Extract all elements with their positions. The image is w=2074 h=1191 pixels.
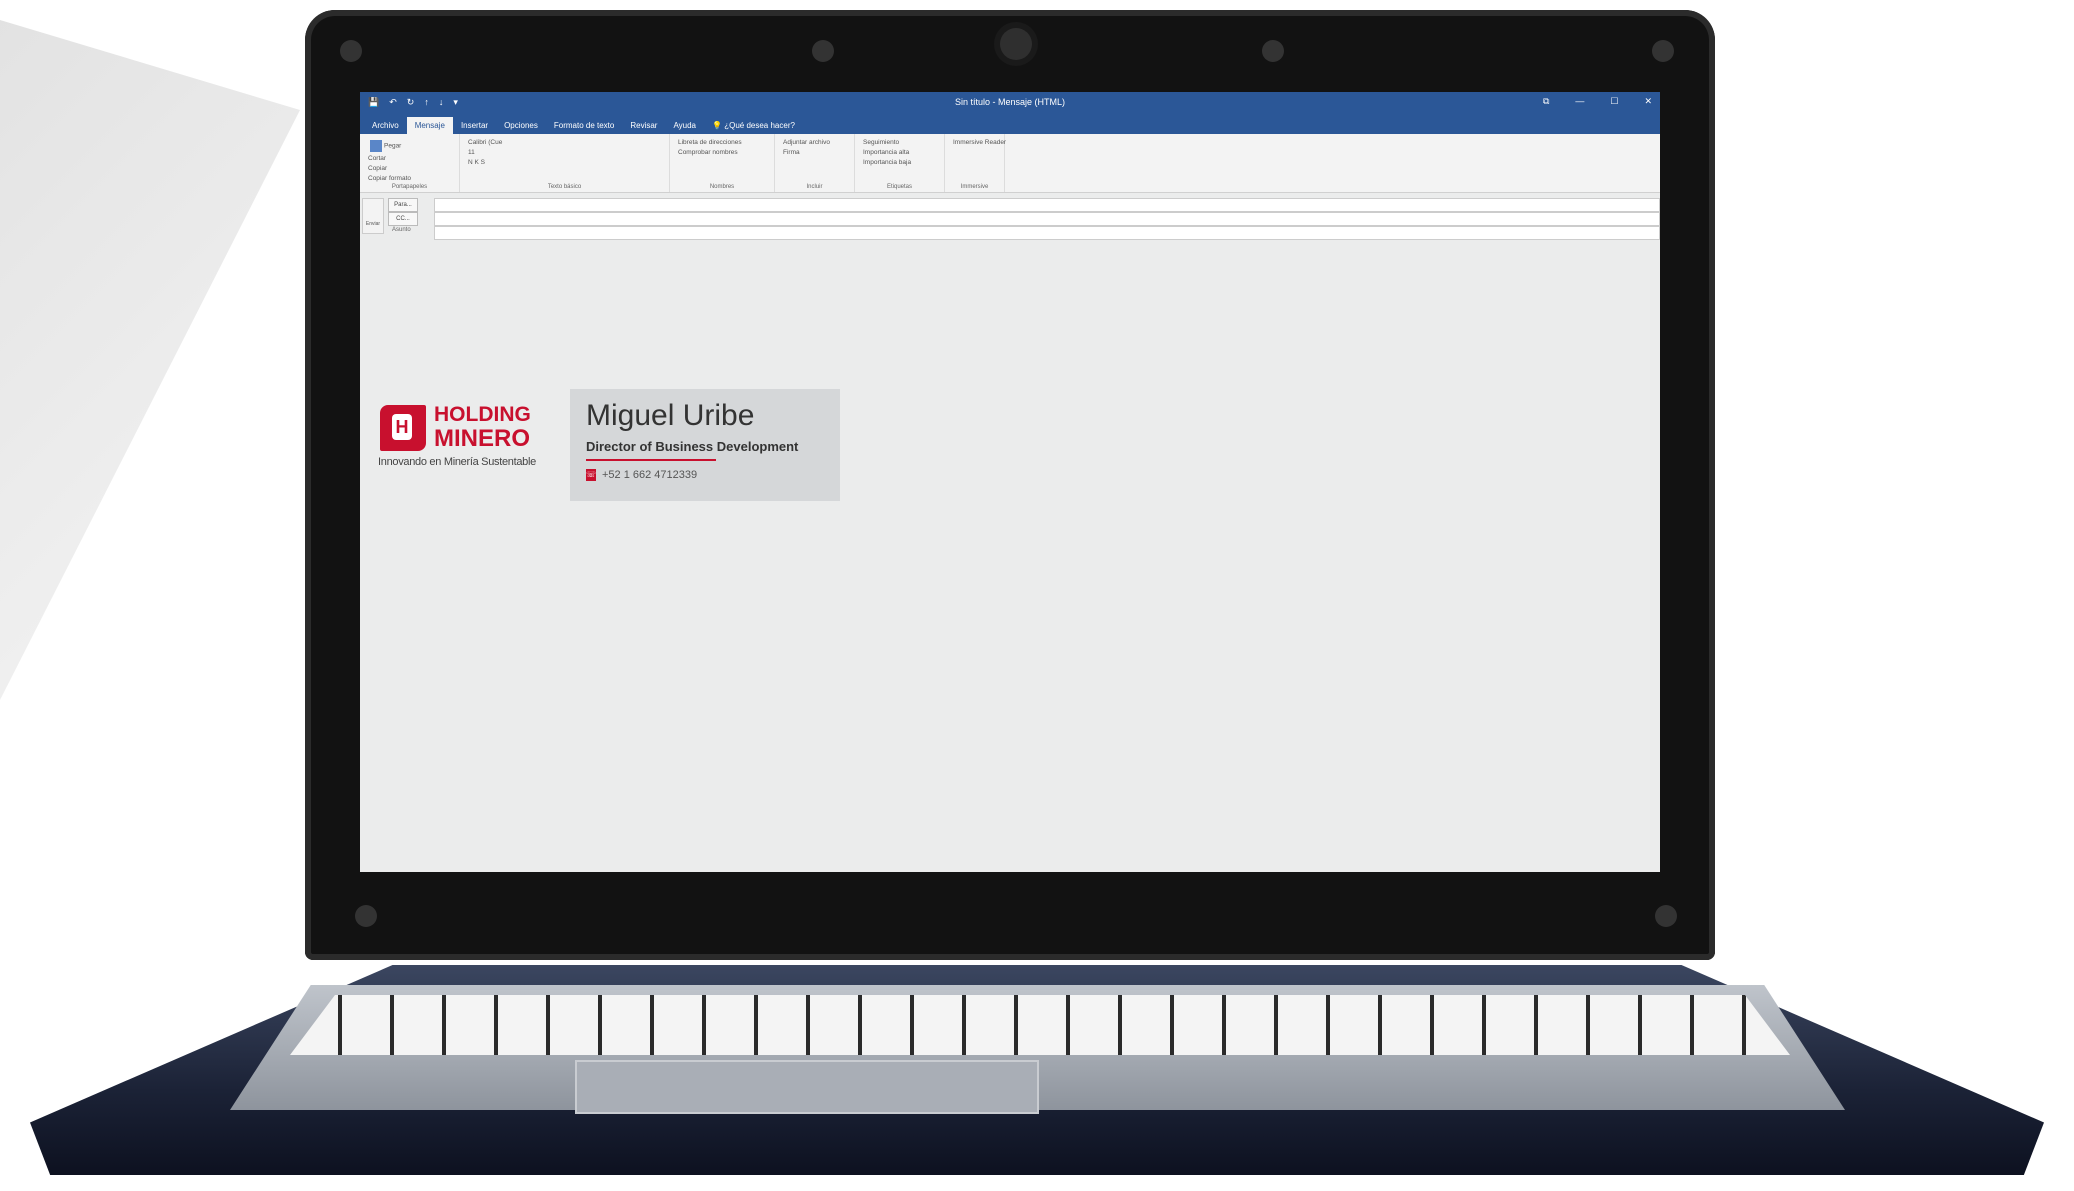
signature-button[interactable]: Firma xyxy=(783,148,846,158)
ribbon-tabs: Archivo Mensaje Insertar Opciones Format… xyxy=(360,114,1660,134)
group-portapapeles: Pegar Cortar Copiar Copiar formato Porta… xyxy=(360,134,460,192)
signature-phone: +52 1 662 4712339 xyxy=(602,469,698,481)
compose-header: Enviar Para... CC... Asunto xyxy=(360,192,1660,252)
address-book-button[interactable]: Libreta de direcciones xyxy=(678,138,766,148)
keyboard xyxy=(290,995,1790,1055)
immersive-reader-button[interactable]: Immersive Reader xyxy=(953,138,1006,148)
cut-button[interactable]: Cortar xyxy=(368,154,451,164)
send-button[interactable]: Enviar xyxy=(362,198,384,234)
tab-formato-de-texto[interactable]: Formato de texto xyxy=(546,117,622,134)
maximize-icon[interactable]: ☐ xyxy=(1610,96,1618,107)
bezel-screw xyxy=(1655,905,1677,927)
font-size-select[interactable]: 11 xyxy=(468,148,661,158)
phone-icon: ☏ xyxy=(586,469,597,481)
logo-letter: H xyxy=(392,414,412,440)
email-signature: H HOLDING MINERO Innovando en Minería Su… xyxy=(376,389,856,501)
font-name-select[interactable]: Calibri (Cue xyxy=(468,138,661,148)
tab-archivo[interactable]: Archivo xyxy=(364,117,407,134)
tell-me-search[interactable]: 💡 ¿Qué desea hacer? xyxy=(704,117,803,134)
bezel-screw xyxy=(812,40,834,62)
format-painter-button[interactable]: Copiar formato xyxy=(368,174,451,184)
low-importance-button[interactable]: Importancia baja xyxy=(863,158,936,168)
tell-me-label: ¿Qué desea hacer? xyxy=(724,121,795,130)
signature-job-title: Director of Business Development xyxy=(586,439,799,454)
paste-icon xyxy=(370,140,382,152)
group-label: Incluir xyxy=(806,184,823,190)
window-controls: ⧉ — ☐ ✕ xyxy=(1543,96,1652,107)
group-texto-basico: Calibri (Cue 11 N K S Texto básico xyxy=(460,134,670,192)
bezel-screw xyxy=(1262,40,1284,62)
minimize-icon[interactable]: — xyxy=(1575,96,1584,107)
tab-opciones[interactable]: Opciones xyxy=(496,117,546,134)
close-icon[interactable]: ✕ xyxy=(1644,96,1652,107)
subject-label: Asunto xyxy=(392,227,411,233)
group-label: Nombres xyxy=(709,184,735,190)
background-shape xyxy=(0,20,300,700)
signature-name: Miguel Uribe xyxy=(586,399,755,432)
check-names-button[interactable]: Comprobar nombres xyxy=(678,148,766,158)
tab-insertar[interactable]: Insertar xyxy=(453,117,496,134)
ribbon: Pegar Cortar Copiar Copiar formato Porta… xyxy=(360,134,1660,193)
to-field[interactable] xyxy=(434,198,1660,212)
lightbulb-icon: 💡 xyxy=(712,121,722,130)
to-button[interactable]: Para... xyxy=(388,198,418,212)
laptop-screen: 💾 ↶ ↻ ↑ ↓ ▾ Sin título - Mensaje (HTML) … xyxy=(360,92,1660,872)
tab-mensaje[interactable]: Mensaje xyxy=(406,117,453,134)
company-name-line2: MINERO xyxy=(434,425,530,452)
copy-button[interactable]: Copiar xyxy=(368,164,451,174)
tab-ayuda[interactable]: Ayuda xyxy=(665,117,704,134)
window-title: Sin título - Mensaje (HTML) xyxy=(954,97,1066,107)
ribbon-display-options-icon[interactable]: ⧉ xyxy=(1543,96,1549,107)
text-format-controls[interactable]: N K S xyxy=(468,158,661,168)
webcam xyxy=(1000,28,1032,60)
bezel-screw xyxy=(355,905,377,927)
followup-button[interactable]: Seguimiento xyxy=(863,138,936,148)
group-label: Portapapeles xyxy=(391,184,428,190)
company-name-line1: HOLDING xyxy=(434,403,531,426)
paste-button[interactable]: Pegar xyxy=(368,138,451,154)
attach-file-button[interactable]: Adjuntar archivo xyxy=(783,138,846,148)
group-label: Immersive xyxy=(960,184,989,190)
subject-field[interactable] xyxy=(434,226,1660,240)
bezel-screw xyxy=(340,40,362,62)
group-incluir: Adjuntar archivo Firma Incluir xyxy=(775,134,855,192)
window-title-bar: 💾 ↶ ↻ ↑ ↓ ▾ Sin título - Mensaje (HTML) … xyxy=(360,92,1660,114)
logo-mark: H xyxy=(380,405,426,451)
signature-divider xyxy=(586,459,716,461)
signature-card: Miguel Uribe Director of Business Develo… xyxy=(570,389,840,501)
cc-button[interactable]: CC... xyxy=(388,212,418,226)
tab-revisar[interactable]: Revisar xyxy=(622,117,665,134)
bezel-screw xyxy=(1652,40,1674,62)
holding-minero-logo: H HOLDING MINERO Innovando en Minería Su… xyxy=(376,401,556,476)
group-label: Etiquetas xyxy=(886,184,913,190)
group-nombres: Libreta de direcciones Comprobar nombres… xyxy=(670,134,775,192)
group-etiquetas: Seguimiento Importancia alta Importancia… xyxy=(855,134,945,192)
company-tagline: Innovando en Minería Sustentable xyxy=(378,456,536,468)
group-immersive: Immersive Reader Immersive xyxy=(945,134,1006,192)
cc-field[interactable] xyxy=(434,212,1660,226)
group-label: Texto básico xyxy=(547,184,582,190)
touchpad xyxy=(575,1060,1039,1114)
high-importance-button[interactable]: Importancia alta xyxy=(863,148,936,158)
